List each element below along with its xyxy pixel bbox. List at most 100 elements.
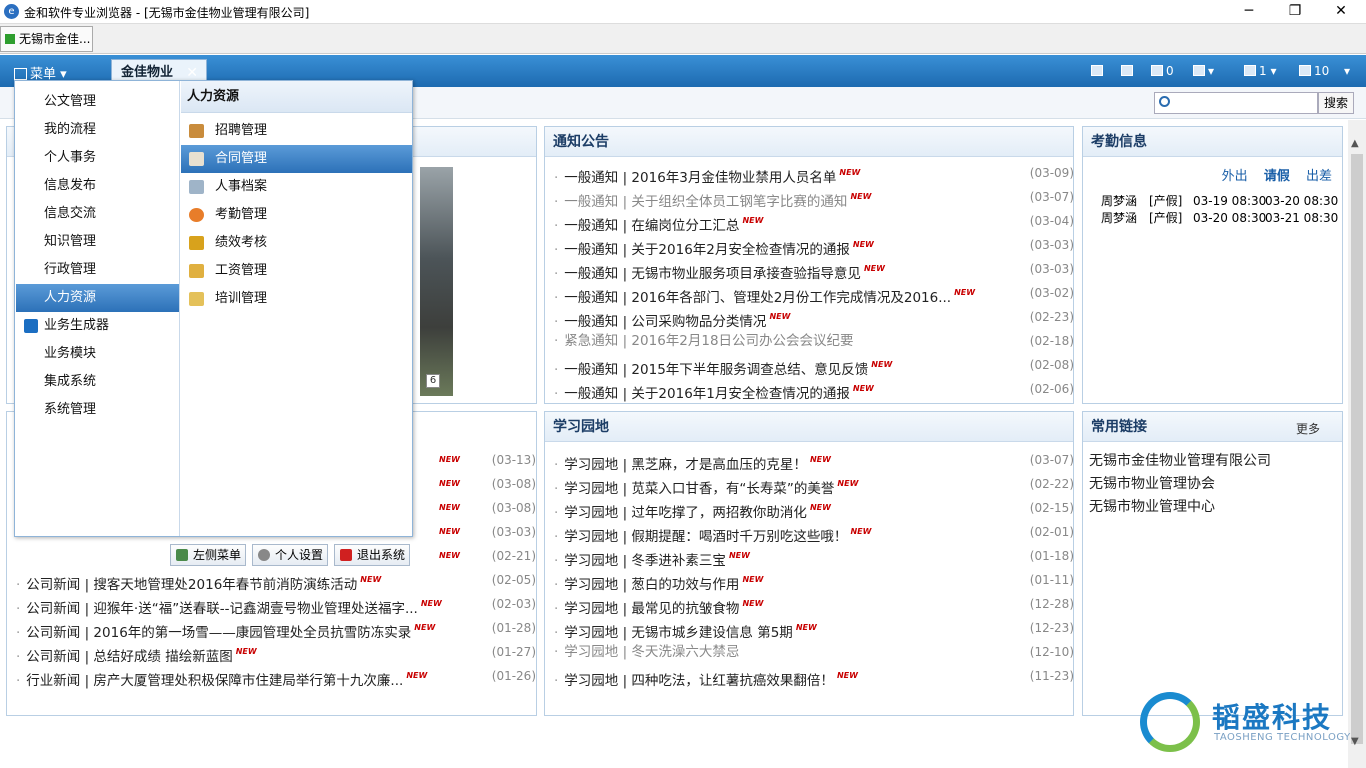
notify-button[interactable]: 1 ▾: [1244, 64, 1276, 78]
scrollbar-thumb[interactable]: [1351, 154, 1363, 744]
scroll-down-icon[interactable]: ▼: [1351, 736, 1359, 747]
link-item[interactable]: 无锡市金佳物业管理有限公司: [1089, 450, 1271, 470]
item-title[interactable]: 一般通知 | 2016年各部门、管理处2月份工作完成情况及2016...: [564, 290, 951, 306]
list-item[interactable]: · 一般通知 | 关于2016年1月安全检查情况的通报 NEW (02-06): [554, 378, 1074, 402]
menu-item-documents[interactable]: 公文管理: [16, 88, 179, 116]
maximize-button[interactable]: ❐: [1272, 0, 1318, 24]
minimize-button[interactable]: ─: [1226, 0, 1272, 24]
link-trip[interactable]: 出差: [1306, 169, 1332, 184]
list-item[interactable]: · 学习园地 | 苋菜入口甘香，有“长寿菜”的美誉 NEW (02-22): [554, 473, 1074, 497]
submenu-training[interactable]: 培训管理: [181, 285, 412, 313]
home-button[interactable]: ▾: [1193, 64, 1214, 78]
menu-item-integration[interactable]: 集成系统: [16, 368, 179, 396]
chevron-down-icon[interactable]: ▾: [1344, 64, 1350, 78]
list-item[interactable]: · 学习园地 | 葱白的功效与作用 NEW (01-11): [554, 569, 1074, 593]
submenu-archive[interactable]: 人事档案: [181, 173, 412, 201]
scroll-up-icon[interactable]: ▲: [1351, 138, 1359, 149]
item-title[interactable]: 行业新闻 | 房产大厦管理处积极保障市住建局举行第十九次廉...: [26, 673, 403, 689]
item-title[interactable]: 学习园地 | 冬季进补素三宝: [564, 553, 726, 569]
submenu-contract[interactable]: 合同管理: [181, 145, 412, 173]
left-menu-button[interactable]: 左侧菜单: [170, 544, 246, 566]
submenu-recruit[interactable]: 招聘管理: [181, 117, 412, 145]
item-title[interactable]: 一般通知 | 2015年下半年服务调查总结、意见反馈: [564, 362, 868, 378]
list-item[interactable]: · 公司新闻 | 总结好成绩 描绘新蓝图 NEW (01-27): [16, 641, 536, 665]
item-title[interactable]: 一般通知 | 公司采购物品分类情况: [564, 314, 766, 330]
item-title[interactable]: 一般通知 | 无锡市物业服务项目承接查验指导意见: [564, 266, 861, 282]
logout-button[interactable]: 退出系统: [334, 544, 410, 566]
list-item[interactable]: · 一般通知 | 关于2016年2月安全检查情况的通报 NEW (03-03): [554, 234, 1074, 258]
list-item[interactable]: · 学习园地 | 假期提醒：喝酒时千万别吃这些哦！ NEW (02-01): [554, 521, 1074, 545]
item-title[interactable]: 学习园地 | 冬天洗澡六大禁忌: [564, 644, 739, 660]
item-title[interactable]: 紧急通知 | 2016年2月18日公司办公会会议纪要: [564, 333, 853, 349]
list-item[interactable]: · 公司新闻 | 迎猴年·送“福”送春联--记鑫湖壹号物业管理处送福字... NEW…: [16, 593, 536, 617]
list-item[interactable]: · 一般通知 | 2016年3月金佳物业禁用人员名单 NEW (03-09): [554, 162, 1074, 186]
search-input[interactable]: [1154, 92, 1318, 114]
photo-counter[interactable]: 6: [426, 374, 440, 388]
link-out[interactable]: 外出: [1222, 169, 1248, 184]
list-item[interactable]: · 学习园地 | 过年吃撑了，两招教你助消化 NEW (02-15): [554, 497, 1074, 521]
list-item[interactable]: · 学习园地 | 四种吃法，让红薯抗癌效果翻倍！ NEW (11-23): [554, 665, 1074, 689]
menu-item-system[interactable]: 系统管理: [16, 396, 179, 424]
list-item[interactable]: · 一般通知 | 关于组织全体员工钢笔字比赛的通知 NEW (03-07): [554, 186, 1074, 210]
item-title[interactable]: 学习园地 | 最常见的抗皱食物: [564, 601, 739, 617]
list-item[interactable]: · 一般通知 | 无锡市物业服务项目承接查验指导意见 NEW (03-03): [554, 258, 1074, 282]
item-title[interactable]: 一般通知 | 关于2016年1月安全检查情况的通报: [564, 386, 850, 402]
item-title[interactable]: 一般通知 | 2016年3月金佳物业禁用人员名单: [564, 170, 836, 186]
list-item[interactable]: · 一般通知 | 2016年各部门、管理处2月份工作完成情况及2016... NEW…: [554, 282, 1074, 306]
list-item[interactable]: · 行业新闻 | 房产大厦管理处积极保障市住建局举行第十九次廉... NEW (01-…: [16, 665, 536, 689]
settings-button[interactable]: 个人设置: [252, 544, 328, 566]
menu-item-hr[interactable]: 人力资源: [16, 284, 179, 312]
menu-item-business-generator[interactable]: 业务生成器: [16, 312, 179, 340]
submenu-performance[interactable]: 绩效考核: [181, 229, 412, 257]
list-item[interactable]: · 一般通知 | 在编岗位分工汇总 NEW (03-04): [554, 210, 1074, 234]
close-window-button[interactable]: ✕: [1318, 0, 1364, 24]
attendance-row[interactable]: 周梦涵 [产假] 03-20 08:3003-21 08:30: [1101, 209, 1338, 226]
list-item[interactable]: · 公司新闻 | 2016年的第一场雪——康园管理处全员抗雪防冻实录 NEW (01-…: [16, 617, 536, 641]
submenu-attendance[interactable]: 考勤管理: [181, 201, 412, 229]
more-link[interactable]: 更多: [1296, 414, 1320, 444]
vertical-scrollbar[interactable]: ▲ ▼: [1348, 120, 1366, 768]
item-title[interactable]: 一般通知 | 关于组织全体员工钢笔字比赛的通知: [564, 194, 847, 210]
item-title[interactable]: 学习园地 | 苋菜入口甘香，有“长寿菜”的美誉: [564, 481, 834, 497]
news-photo[interactable]: 6: [420, 167, 453, 396]
item-title[interactable]: 学习园地 | 过年吃撑了，两招教你助消化: [564, 505, 807, 521]
list-item[interactable]: · 一般通知 | 公司采购物品分类情况 NEW (02-23): [554, 306, 1074, 330]
item-title[interactable]: 学习园地 | 无锡市城乡建设信息 第5期: [564, 625, 793, 641]
item-title[interactable]: 公司新闻 | 总结好成绩 描绘新蓝图: [26, 649, 232, 665]
item-title[interactable]: 学习园地 | 四种吃法，让红薯抗癌效果翻倍！: [564, 673, 834, 689]
monitor-icon[interactable]: [1121, 64, 1136, 78]
menu-item-my-flow[interactable]: 我的流程: [16, 116, 179, 144]
item-title[interactable]: 公司新闻 | 2016年的第一场雪——康园管理处全员抗雪防冻实录: [26, 625, 411, 641]
item-title[interactable]: 学习园地 | 葱白的功效与作用: [564, 577, 739, 593]
list-item[interactable]: · 公司新闻 | 搜客天地管理处2016年春节前消防演练活动 NEW (02-05): [16, 569, 536, 593]
list-item[interactable]: · 学习园地 | 冬季进补素三宝 NEW (01-18): [554, 545, 1074, 569]
menu-item-exchange[interactable]: 信息交流: [16, 200, 179, 228]
list-item[interactable]: · 学习园地 | 冬天洗澡六大禁忌 (12-10): [554, 641, 1074, 663]
item-title[interactable]: 一般通知 | 关于2016年2月安全检查情况的通报: [564, 242, 850, 258]
list-item[interactable]: · 学习园地 | 最常见的抗皱食物 NEW (12-28): [554, 593, 1074, 617]
list-item[interactable]: · 学习园地 | 无锡市城乡建设信息 第5期 NEW (12-23): [554, 617, 1074, 641]
item-title[interactable]: 公司新闻 | 迎猴年·送“福”送春联--记鑫湖壹号物业管理处送福字...: [26, 601, 418, 617]
item-title[interactable]: 公司新闻 | 搜客天地管理处2016年春节前消防演练活动: [26, 577, 357, 593]
list-item[interactable]: · 学习园地 | 黑芝麻，才是高血压的克星！ NEW (03-07): [554, 449, 1074, 473]
submenu-salary[interactable]: 工资管理: [181, 257, 412, 285]
users-button[interactable]: 10: [1299, 64, 1329, 78]
menu-item-admin[interactable]: 行政管理: [16, 256, 179, 284]
item-title[interactable]: 一般通知 | 在编岗位分工汇总: [564, 218, 739, 234]
message-button[interactable]: 0: [1151, 64, 1174, 78]
menu-item-publish[interactable]: 信息发布: [16, 172, 179, 200]
menu-item-knowledge[interactable]: 知识管理: [16, 228, 179, 256]
search-button[interactable]: 搜索: [1318, 92, 1354, 114]
item-title[interactable]: 学习园地 | 假期提醒：喝酒时千万别吃这些哦！: [564, 529, 847, 545]
attendance-row[interactable]: 周梦涵 [产假] 03-19 08:3003-20 08:30: [1101, 192, 1338, 209]
list-item[interactable]: · 紧急通知 | 2016年2月18日公司办公会会议纪要 (02-18): [554, 330, 1074, 352]
link-leave[interactable]: 请假: [1264, 169, 1290, 184]
list-item[interactable]: · 一般通知 | 2015年下半年服务调查总结、意见反馈 NEW (02-08): [554, 354, 1074, 378]
menu-item-personal[interactable]: 个人事务: [16, 144, 179, 172]
link-item[interactable]: 无锡市物业管理中心: [1089, 496, 1215, 516]
layout-icon[interactable]: [1091, 64, 1106, 78]
menu-item-business-module[interactable]: 业务模块: [16, 340, 179, 368]
browser-tab[interactable]: 无锡市金佳...: [0, 26, 93, 52]
link-item[interactable]: 无锡市物业管理协会: [1089, 473, 1215, 493]
item-title[interactable]: 学习园地 | 黑芝麻，才是高血压的克星！: [564, 457, 807, 473]
